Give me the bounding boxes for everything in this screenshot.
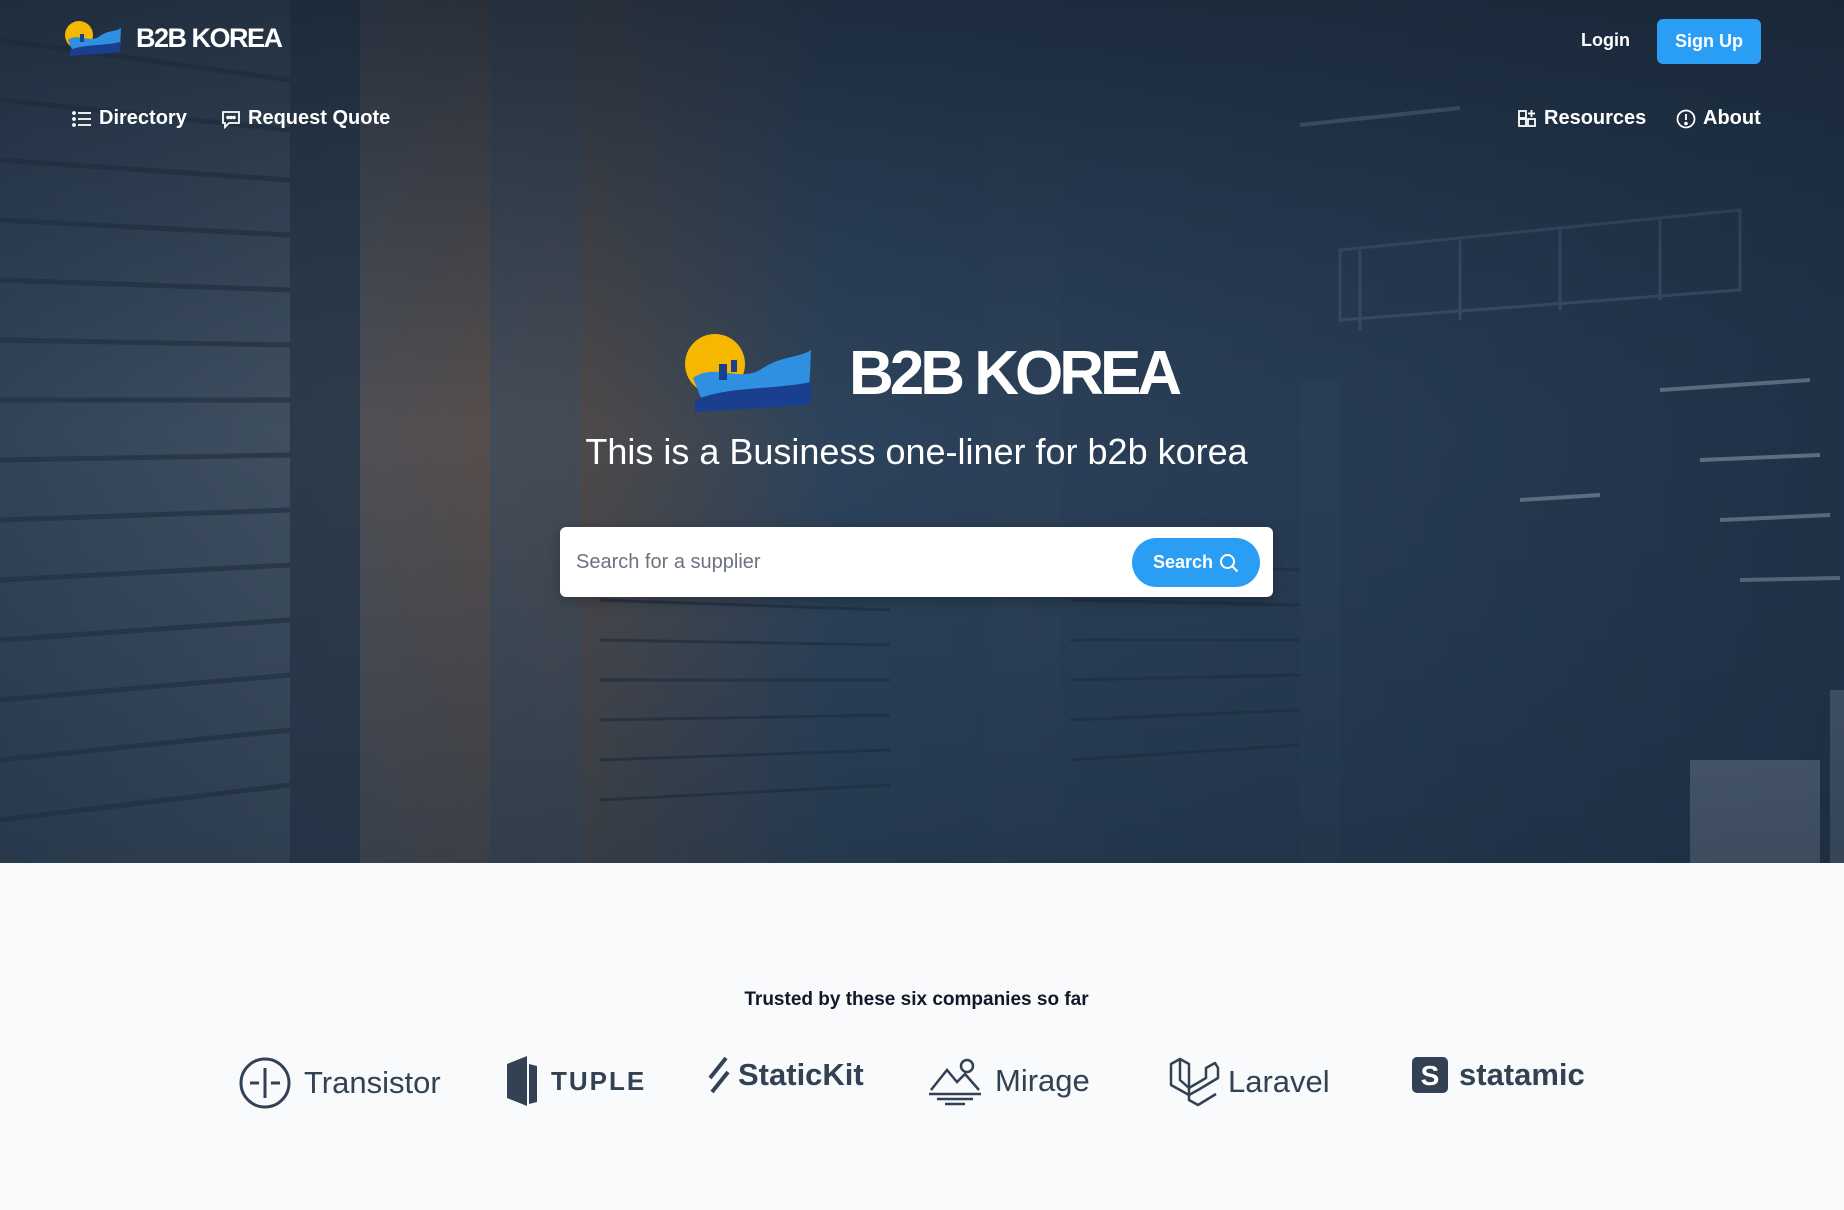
header-logo[interactable]: B2B KOREA [64, 20, 283, 56]
nav-request-quote-label: Request Quote [248, 107, 391, 129]
hero-brand-name: B2B KOREA [849, 338, 1182, 408]
svg-text:S: S [1421, 1060, 1440, 1091]
statickit-logo-icon [708, 1056, 730, 1094]
logo-transistor-name: Transistor [304, 1065, 441, 1100]
logo-statickit-name: StaticKit [738, 1057, 864, 1092]
logo-mirage-name: Mirage [995, 1063, 1090, 1098]
search-icon [1220, 553, 1239, 572]
mirage-logo-icon [929, 1058, 981, 1106]
nav-about[interactable]: About [1676, 107, 1761, 130]
brand-name: B2B KOREA [136, 22, 283, 53]
hero-section: B2B KOREA Login Sign Up Directory Reques… [0, 0, 1844, 863]
info-circle-icon [1676, 109, 1696, 128]
logo-statickit: StaticKit [706, 1056, 864, 1094]
logo-tuple: TUPLE [505, 1056, 646, 1106]
statamic-logo-icon: S [1412, 1057, 1448, 1093]
nav-resources[interactable]: Resources [1517, 107, 1646, 130]
b2b-korea-logo-icon [685, 334, 811, 412]
login-link[interactable]: Login [1581, 30, 1630, 51]
nav-request-quote[interactable]: Request Quote [221, 107, 390, 130]
hero-tagline: This is a Business one-liner for b2b kor… [585, 431, 1248, 472]
nav-directory[interactable]: Directory [72, 107, 187, 130]
transistor-logo-icon [239, 1057, 291, 1109]
logo-transistor: Transistor [238, 1056, 441, 1110]
trusted-section-title: Trusted by these six companies so far [744, 989, 1089, 1010]
search-button[interactable]: Search [1132, 538, 1260, 587]
logo-laravel-name: Laravel [1228, 1064, 1330, 1099]
grid-plus-icon [1518, 109, 1536, 127]
logo-tuple-name: TUPLE [551, 1065, 647, 1096]
logo-statamic: S statamic [1411, 1056, 1585, 1094]
list-icon [72, 110, 91, 127]
logo-laravel: Laravel [1168, 1056, 1330, 1108]
chat-icon [222, 110, 240, 129]
laravel-logo-icon [1169, 1057, 1220, 1107]
hero-logo: B2B KOREA [685, 334, 1182, 412]
nav-directory-label: Directory [99, 107, 187, 129]
supplier-search-box: Search [560, 527, 1273, 597]
b2b-korea-logo-icon [65, 21, 121, 56]
nav-resources-label: Resources [1544, 107, 1647, 129]
search-button-label: Search [1152, 552, 1214, 572]
sign-up-button[interactable]: Sign Up [1657, 19, 1761, 64]
logo-mirage: Mirage [927, 1056, 1090, 1106]
supplier-search-input[interactable] [576, 527, 1116, 597]
tuple-logo-icon [507, 1056, 537, 1106]
nav-about-label: About [1703, 107, 1761, 129]
logo-statamic-name: statamic [1459, 1057, 1585, 1092]
